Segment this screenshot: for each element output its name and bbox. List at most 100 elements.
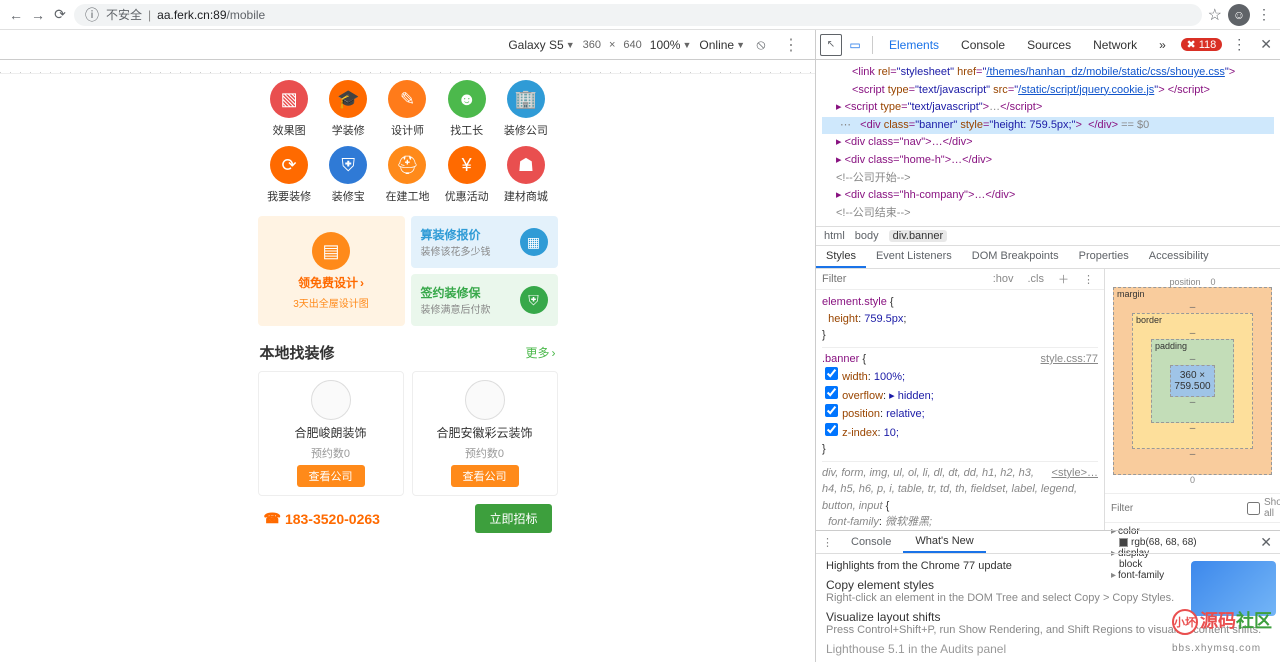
back-icon[interactable]: ← [8,7,24,23]
styles-filter-input[interactable] [822,273,983,285]
nav-icon-item[interactable]: ⟳ 我要装修 [260,146,319,204]
nav-icon-item[interactable]: ☗ 建材商城 [496,146,555,204]
hov-toggle[interactable]: :hov [989,273,1018,285]
category-icon: ✎ [388,80,426,118]
ruler [0,60,815,74]
company-name: 合肥安徽彩云装饰 [436,424,532,441]
promo-free-design[interactable]: ▤ 领免费设计› 3天出全屋设计图 [258,216,405,326]
bookmark-icon[interactable]: ☆ [1208,5,1222,25]
zoom-select[interactable]: 100%▼ [650,38,692,52]
subtab-eventlisteners[interactable]: Event Listeners [866,246,962,268]
device-menu-icon[interactable]: ⋮ [777,35,805,55]
subtab-dombreakpoints[interactable]: DOM Breakpoints [962,246,1069,268]
phone-number[interactable]: ☎183-3520-0263 [264,510,380,527]
tab-elements[interactable]: Elements [879,30,949,59]
styles-menu-icon[interactable]: ⋮ [1079,273,1098,286]
reload-icon[interactable]: ⟳ [52,7,68,23]
viewport-height[interactable]: 640 [623,39,641,51]
category-icon: ¥ [448,146,486,184]
styles-pane[interactable]: element.style { height: 759.5px;} style.… [816,290,1104,530]
category-icon: ⛨ [329,146,367,184]
chevron-right-icon: › [552,346,556,360]
company-appoint: 预约数0 [311,445,350,461]
company-card[interactable]: 合肥峻朗装饰 预约数0 查看公司 [258,371,404,496]
cls-toggle[interactable]: .cls [1024,273,1049,285]
company-logo [311,380,351,420]
view-company-button[interactable]: 查看公司 [451,465,519,487]
computed-pane: position 0 margin– border– padding– 360 … [1105,269,1280,530]
chevron-right-icon: › [360,276,364,290]
more-link[interactable]: 更多› [525,344,555,361]
category-label: 效果图 [273,122,306,138]
network-select[interactable]: Online▼ [699,38,745,52]
category-label: 装修公司 [504,122,548,138]
rotate-icon[interactable]: ⦸ [753,37,769,53]
breadcrumb[interactable]: htmlbodydiv.banner [816,226,1280,246]
drawer-close-icon[interactable]: ✕ [1252,534,1280,551]
category-label: 在建工地 [385,188,429,204]
subtab-properties[interactable]: Properties [1069,246,1139,268]
nav-icon-item[interactable]: ✎ 设计师 [378,80,437,138]
category-label: 装修宝 [332,188,365,204]
device-mode-icon[interactable]: ▭ [844,34,866,56]
computed-filter-input[interactable] [1111,503,1243,514]
category-label: 我要装修 [267,188,311,204]
drawer-menu-icon[interactable]: ⋮ [816,536,839,549]
box-model[interactable]: position 0 margin– border– padding– 360 … [1105,269,1280,494]
drawer-tab-console[interactable]: Console [839,532,903,552]
nav-icon-item[interactable]: ⛑ 在建工地 [378,146,437,204]
devtools-toolbar: Galaxy S5▼ 360 × 640 100%▼ Online▼ ⦸ ⋮ ↖… [0,30,1280,60]
nav-icon-item[interactable]: ▧ 效果图 [260,80,319,138]
category-label: 设计师 [391,122,424,138]
page-viewport: ▧ 效果图 🎓 学装修 ✎ 设计师 ☻ 找工长 🏢 装修公司 ⟳ 我要装修 ⛨ … [0,60,815,662]
section-title: 本地找装修 [260,342,335,363]
device-select[interactable]: Galaxy S5▼ [508,38,574,52]
nav-icon-item[interactable]: ¥ 优惠活动 [437,146,496,204]
category-icon: 🏢 [507,80,545,118]
watermark: 小坏源码社区 bbs.xhymsq.com [1172,607,1272,656]
devtools-close-icon[interactable]: ✕ [1256,36,1276,53]
nav-icon-item[interactable]: ⛨ 装修宝 [319,146,378,204]
inspect-icon[interactable]: ↖ [820,34,842,56]
dom-tree[interactable]: <link rel="stylesheet" href="/themes/han… [816,60,1280,226]
nav-icon-item[interactable]: 🎓 学装修 [319,80,378,138]
nav-icon-item[interactable]: ☻ 找工长 [437,80,496,138]
category-label: 建材商城 [504,188,548,204]
forward-icon[interactable]: → [30,7,46,23]
error-count[interactable]: ✖ 118 [1181,38,1223,51]
profile-avatar[interactable]: ☺ [1228,4,1250,26]
promo-guarantee[interactable]: 签约装修保装修满意后付款 ⛨ [411,274,558,326]
address-bar[interactable]: ⓘ 不安全 | aa.ferk.cn:89/mobile [74,4,1202,26]
tab-sources[interactable]: Sources [1017,30,1081,59]
tab-network[interactable]: Network [1083,30,1147,59]
nav-icon-item[interactable]: 🏢 装修公司 [496,80,555,138]
category-icon: ⟳ [270,146,308,184]
promo-quote[interactable]: 算装修报价装修该花多少钱 ▦ [411,216,558,268]
category-icon: 🎓 [329,80,367,118]
devtools-panel: <link rel="stylesheet" href="/themes/han… [815,60,1280,662]
calculator-icon: ▦ [520,228,548,256]
view-company-button[interactable]: 查看公司 [297,465,365,487]
info-icon: ⓘ [84,7,100,23]
category-icon: ⛑ [388,146,426,184]
viewport-width[interactable]: 360 [583,39,601,51]
category-label: 优惠活动 [445,188,489,204]
menu-icon[interactable]: ⋮ [1256,7,1272,23]
showall-checkbox[interactable] [1247,502,1260,515]
tab-console[interactable]: Console [951,30,1015,59]
phone-icon: ☎ [264,510,281,527]
company-card[interactable]: 合肥安徽彩云装饰 预约数0 查看公司 [412,371,558,496]
subtab-accessibility[interactable]: Accessibility [1139,246,1219,268]
subtab-styles[interactable]: Styles [816,246,866,268]
styles-subtabs: Styles Event Listeners DOM Breakpoints P… [816,246,1280,269]
tender-button[interactable]: 立即招标 [475,504,551,533]
drawer-tab-whatsnew[interactable]: What's New [903,531,985,553]
category-label: 学装修 [332,122,365,138]
devtools-menu-icon[interactable]: ⋮ [1228,36,1250,53]
security-badge: 不安全 [106,6,142,23]
shield-icon: ⛨ [520,286,548,314]
category-icon: ▧ [270,80,308,118]
add-rule-icon[interactable]: ＋ [1054,271,1073,287]
mobile-page: ▧ 效果图 🎓 学装修 ✎ 设计师 ☻ 找工长 🏢 装修公司 ⟳ 我要装修 ⛨ … [258,80,558,533]
tab-more-icon[interactable]: » [1149,30,1176,59]
